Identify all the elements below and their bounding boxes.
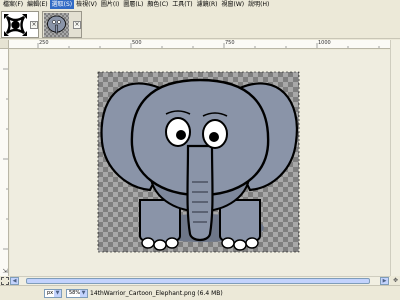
image-info-text: 14thWarrior_Cartoon_Elephant.png (6.4 MB… <box>90 290 223 297</box>
elephant-thumbnail-icon <box>44 13 69 37</box>
navigate-icon[interactable]: ✥ <box>391 277 400 285</box>
horizontal-scroll-thumb[interactable] <box>26 278 370 284</box>
menu-select[interactable]: 選取(S) <box>49 0 75 9</box>
horizontal-scrollbar[interactable]: ◀ ▶ <box>10 276 390 285</box>
ruler-label: 750 <box>225 40 235 46</box>
menu-filters[interactable]: 濾鏡(R) <box>195 0 220 9</box>
menu-colors[interactable]: 顏色(C) <box>145 0 170 9</box>
zoom-value: 58% <box>69 290 81 296</box>
ruler-label: 500 <box>132 40 142 46</box>
menu-bar: 檔案(F) 編輯(E) 選取(S) 檢視(V) 圖片(I) 圖層(L) 顏色(C… <box>0 0 400 9</box>
ornament-thumbnail-icon <box>3 13 28 37</box>
close-tab-icon[interactable]: × <box>73 21 81 29</box>
horizontal-ruler[interactable]: 250 500 750 1000 <box>9 40 390 49</box>
image-tab-ornament[interactable]: × <box>1 11 39 38</box>
image-tabs-strip: × × <box>0 9 400 39</box>
vertical-scrollbar[interactable] <box>390 40 400 276</box>
menu-file[interactable]: 檔案(F) <box>1 0 25 9</box>
chevron-down-icon: ▼ <box>54 290 61 297</box>
elephant-image <box>97 71 300 253</box>
status-bar: px ▼ 58% ▼ 14thWarrior_Cartoon_Elephant.… <box>0 285 400 300</box>
ruler-ticks <box>37 43 380 48</box>
image-tab-elephant[interactable]: × <box>42 11 82 38</box>
menu-windows[interactable]: 視窗(W) <box>220 0 247 9</box>
unit-select[interactable]: px ▼ <box>44 289 62 298</box>
zoom-select[interactable]: 58% ▼ <box>66 289 88 298</box>
menu-help[interactable]: 說明(H) <box>246 0 271 9</box>
image-canvas[interactable] <box>10 50 390 276</box>
menu-edit[interactable]: 編輯(E) <box>25 0 49 9</box>
vertical-ruler[interactable] <box>0 49 9 276</box>
menu-image[interactable]: 圖片(I) <box>99 0 121 9</box>
chevron-down-icon: ▼ <box>80 290 87 297</box>
ruler-corner <box>0 40 9 49</box>
selection-mask-icon[interactable] <box>1 277 9 285</box>
menu-tools[interactable]: 工具(T) <box>170 0 194 9</box>
scroll-left-icon[interactable]: ◀ <box>10 277 19 285</box>
ruler-label: 1000 <box>318 40 331 46</box>
menu-view[interactable]: 檢視(V) <box>74 0 99 9</box>
unit-value: px <box>47 290 54 296</box>
scroll-right-icon[interactable]: ▶ <box>380 277 389 285</box>
quick-mask-icon[interactable]: ⇲ <box>1 268 9 276</box>
ruler-label: 250 <box>39 40 49 46</box>
ruler-ticks <box>3 68 8 250</box>
menu-layer[interactable]: 圖層(L) <box>121 0 145 9</box>
close-tab-icon[interactable]: × <box>30 21 38 29</box>
